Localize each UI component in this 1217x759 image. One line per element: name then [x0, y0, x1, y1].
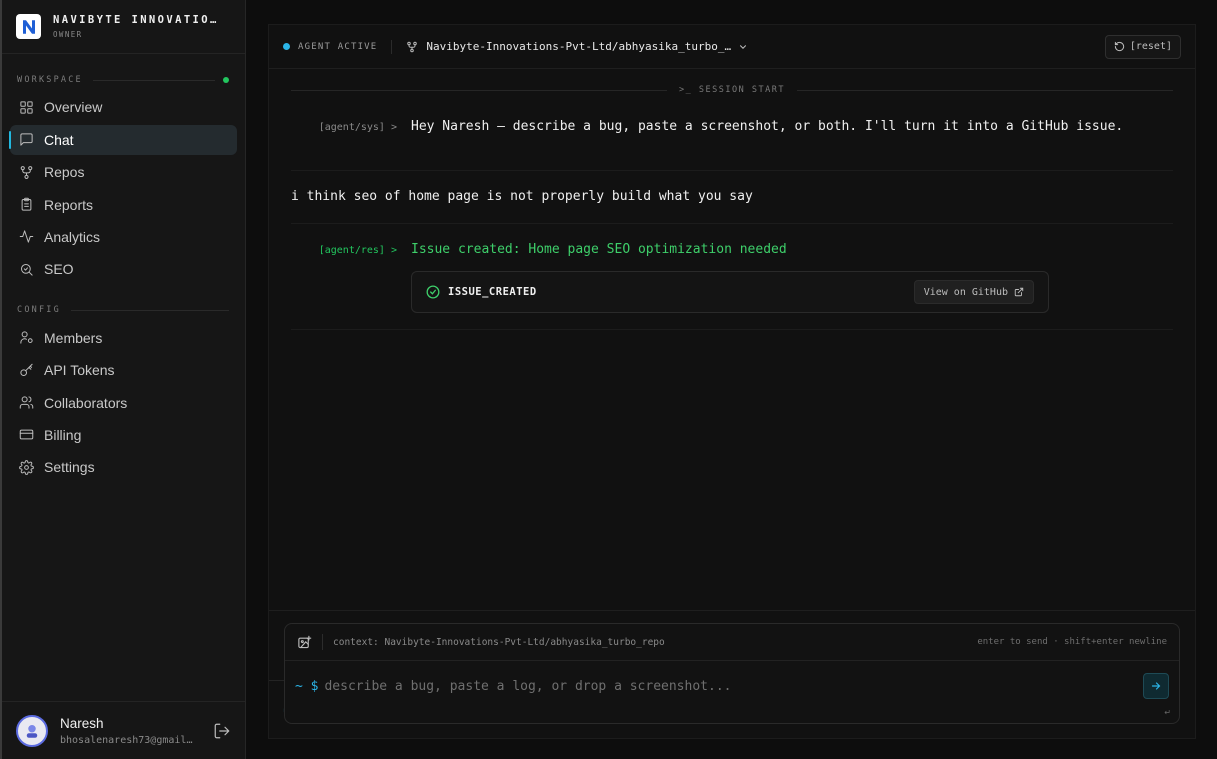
- gear-icon: [19, 459, 34, 475]
- shell-prompt: ~ $: [295, 678, 319, 694]
- chat-topbar: AGENT ACTIVE Navibyte-Innovations-Pvt-Lt…: [269, 25, 1195, 69]
- workspace-nav: Overview Chat Repos Reports Analytics SE…: [2, 92, 245, 284]
- session-divider: >_ SESSION START: [291, 83, 1173, 97]
- message-input[interactable]: [324, 678, 1143, 694]
- sidebar-item-label: Collaborators: [44, 394, 128, 411]
- sidebar-item-label: Chat: [44, 131, 74, 148]
- sidebar-item-overview[interactable]: Overview: [10, 92, 237, 122]
- chevron-down-icon: [740, 44, 747, 49]
- sidebar-item-label: Reports: [44, 196, 94, 213]
- brand-logo-icon: [16, 14, 41, 39]
- sidebar-item-label: Members: [44, 329, 103, 346]
- sidebar: NAVIBYTE INNOVATIONS PVT LTD OWNER WORKS…: [0, 0, 246, 759]
- composer-header: context: Navibyte-Innovations-Pvt-Ltd/ab…: [285, 624, 1179, 661]
- users-icon: [19, 396, 34, 409]
- message-row: [agent/res] > Issue created: Home page S…: [291, 224, 1173, 330]
- grid-icon: [20, 101, 33, 114]
- message-text: Hey Naresh — describe a bug, paste a scr…: [411, 119, 1124, 134]
- sidebar-item-label: Repos: [44, 164, 85, 181]
- chat-icon: [20, 133, 33, 146]
- sidebar-item-label: Overview: [44, 99, 103, 116]
- view-on-github-label: View on GitHub: [923, 286, 1008, 298]
- enter-icon: ↵: [1164, 708, 1171, 717]
- git-branch-icon: [20, 165, 33, 179]
- repo-selector[interactable]: Navibyte-Innovations-Pvt-Ltd/abhyasika_t…: [406, 40, 748, 53]
- sidebar-item-label: Analytics: [44, 228, 101, 245]
- send-button[interactable]: [1143, 673, 1169, 699]
- composer: context: Navibyte-Innovations-Pvt-Ltd/ab…: [284, 623, 1180, 724]
- online-status-dot: [223, 77, 229, 83]
- agent-status: AGENT ACTIVE: [298, 41, 378, 52]
- session-label: SESSION START: [698, 85, 785, 95]
- issue-status: ISSUE_CREATED: [448, 286, 537, 298]
- user-email: bhosalenaresh73@gmail.com: [60, 734, 198, 746]
- divider: [92, 79, 215, 81]
- sidebar-item-label: SEO: [44, 261, 74, 278]
- divider: [391, 39, 393, 54]
- reset-button[interactable]: [reset]: [1104, 34, 1181, 59]
- view-on-github-button[interactable]: View on GitHub: [913, 280, 1034, 304]
- sidebar-item-members[interactable]: Members: [10, 323, 237, 353]
- message-row: user@naresh > i think seo of home page i…: [269, 171, 1173, 717]
- chat-panel: AGENT ACTIVE Navibyte-Innovations-Pvt-Lt…: [268, 24, 1196, 739]
- terminal-icon: >_: [679, 85, 693, 95]
- workspace-label: WORKSPACE: [17, 75, 83, 85]
- check-circle-icon: [426, 285, 440, 299]
- brand-name: NAVIBYTE INNOVATIONS PVT LTD: [53, 14, 225, 26]
- clipboard-icon: [21, 197, 32, 211]
- config-label: CONFIG: [17, 305, 61, 316]
- external-link-icon: [1014, 287, 1024, 297]
- user-profile: Naresh bhosalenaresh73@gmail.com: [2, 701, 245, 759]
- git-branch-icon: [407, 41, 418, 52]
- message-row: [agent/sys] > Hey Naresh — describe a bu…: [291, 119, 1173, 171]
- workspace-section-header: WORKSPACE: [2, 70, 245, 90]
- sidebar-item-chat[interactable]: Chat: [9, 124, 237, 155]
- sidebar-item-label: API Tokens: [44, 362, 115, 379]
- config-section-header: CONFIG: [2, 300, 245, 320]
- message-text: Issue created: Home page SEO optimizatio…: [411, 242, 787, 257]
- brand-header[interactable]: NAVIBYTE INNOVATIONS PVT LTD OWNER: [2, 0, 245, 54]
- brand-role: OWNER: [53, 30, 83, 39]
- sidebar-item-seo[interactable]: SEO: [10, 254, 237, 284]
- sidebar-item-repos[interactable]: Repos: [10, 157, 237, 187]
- key-icon: [20, 363, 33, 376]
- sidebar-item-billing[interactable]: Billing: [10, 420, 237, 450]
- activity-icon: [19, 230, 34, 244]
- refresh-icon: [1114, 41, 1124, 52]
- composer-body: ~ $: [285, 661, 1179, 711]
- sidebar-item-collaborators[interactable]: Collaborators: [10, 388, 237, 418]
- sidebar-item-analytics[interactable]: Analytics: [10, 222, 237, 252]
- user-gear-icon: [20, 331, 33, 344]
- issue-created-card: ISSUE_CREATED View on GitHub: [411, 271, 1049, 313]
- sidebar-item-label: Settings: [44, 459, 95, 476]
- logout-icon[interactable]: [213, 722, 231, 740]
- divider: [70, 309, 229, 311]
- composer-context: context: Navibyte-Innovations-Pvt-Ltd/ab…: [333, 636, 665, 648]
- avatar[interactable]: [16, 714, 48, 747]
- arrow-right-icon: [1151, 682, 1161, 690]
- user-name: Naresh: [60, 715, 104, 731]
- keyboard-hint: enter to send · shift+enter newline: [977, 637, 1167, 647]
- sidebar-item-api-tokens[interactable]: API Tokens: [10, 355, 237, 385]
- message-text: i think seo of home page is not properly…: [291, 189, 753, 204]
- agent-status-dot: [283, 43, 290, 50]
- message-sender: [agent/sys] >: [318, 122, 397, 133]
- config-nav: Members API Tokens Collaborators Billing…: [2, 323, 245, 483]
- reset-label: [reset]: [1129, 41, 1172, 52]
- sidebar-item-settings[interactable]: Settings: [10, 452, 237, 482]
- credit-card-icon: [19, 430, 34, 440]
- message-sender: [agent/res] >: [318, 245, 397, 256]
- sidebar-item-reports[interactable]: Reports: [10, 190, 237, 220]
- image-upload-icon[interactable]: [297, 635, 312, 650]
- repo-name: Navibyte-Innovations-Pvt-Ltd/abhyasika_t…: [426, 40, 733, 53]
- sidebar-item-label: Billing: [44, 426, 82, 443]
- divider: [322, 634, 323, 650]
- search-icon: [21, 263, 33, 276]
- composer-area: context: Navibyte-Innovations-Pvt-Ltd/ab…: [269, 610, 1195, 738]
